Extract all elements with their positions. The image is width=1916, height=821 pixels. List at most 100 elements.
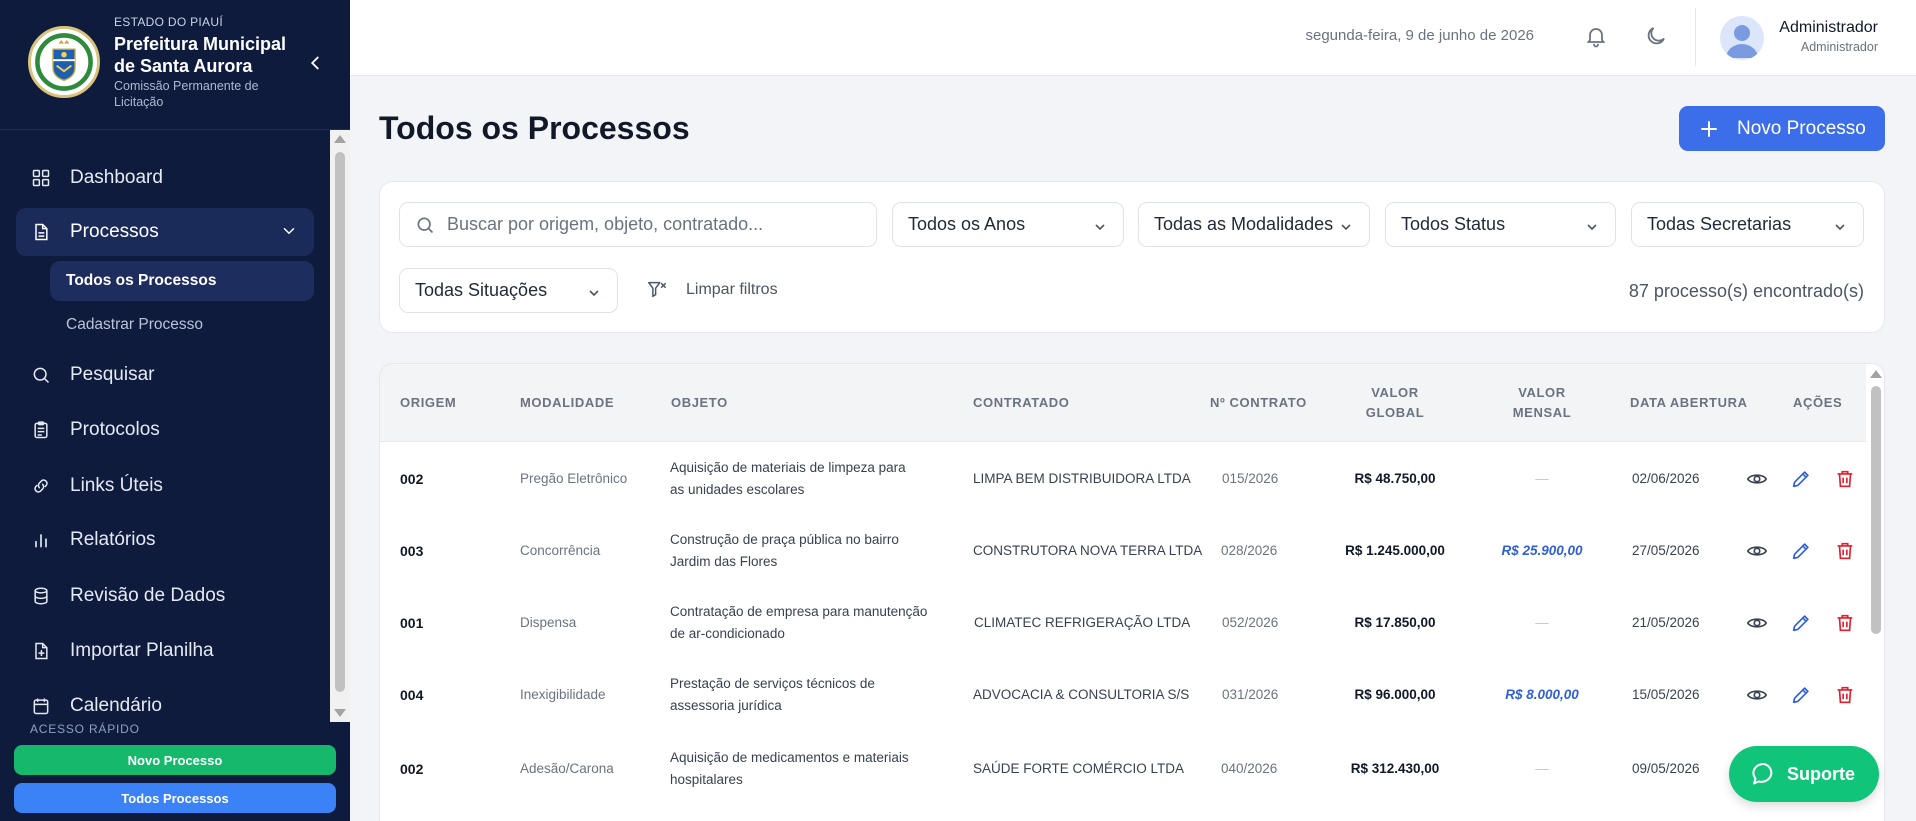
scroll-up-arrow[interactable] — [1870, 370, 1882, 378]
new-process-label: Novo Processo — [1737, 117, 1866, 139]
secretariat-select[interactable]: Todas Secretarias — [1631, 202, 1864, 247]
avatar[interactable] — [1720, 16, 1764, 60]
eye-icon[interactable] — [1746, 684, 1768, 706]
chevron-down-icon — [587, 284, 601, 298]
modality-select[interactable]: Todas as Modalidades — [1138, 202, 1370, 247]
chat-bubble-icon — [1751, 761, 1777, 787]
sidebar-item-importar-planilha[interactable]: Importar Planilha — [16, 627, 314, 675]
sidebar-item-revisao-dados[interactable]: Revisão de Dados — [16, 572, 314, 620]
sidebar-item-processos[interactable]: Processos — [16, 208, 314, 256]
trash-icon[interactable] — [1834, 684, 1856, 706]
eye-icon[interactable] — [1746, 468, 1768, 490]
cell-contrato: 052/2026 — [1222, 615, 1279, 630]
sidebar-item-dashboard[interactable]: Dashboard — [16, 154, 314, 202]
sidebar-item-relatorios[interactable]: Relatórios — [16, 516, 314, 564]
plus-icon — [1699, 119, 1719, 139]
status-select[interactable]: Todos Status — [1385, 202, 1616, 247]
sidebar-subitem-todos-processos[interactable]: Todos os Processos — [50, 261, 314, 301]
cell-origem: 002 — [400, 471, 424, 487]
cell-valor-mensal: — — [1535, 761, 1549, 776]
table-row[interactable]: 002 Pregão Eletrônico Aquisição de mater… — [380, 444, 1866, 516]
chevron-left-icon[interactable] — [304, 52, 326, 74]
table-row[interactable]: 002 Adesão/Carona Aquisição de medicamen… — [380, 732, 1866, 804]
cell-modalidade: Concorrência — [520, 543, 601, 558]
sidebar-item-label: Calendário — [70, 695, 162, 716]
cell-valor-mensal: R$ 25.900,00 — [1501, 543, 1583, 558]
scroll-thumb[interactable] — [1871, 386, 1881, 634]
column-header-contratado[interactable]: CONTRATADO — [973, 393, 1070, 413]
table-row[interactable]: 001 Dispensa Contratação de empresa para… — [380, 588, 1866, 660]
column-header-line: VALOR — [1371, 385, 1419, 400]
sidebar-subitem-cadastrar-processo[interactable]: Cadastrar Processo — [50, 305, 314, 345]
cell-objeto-line: Aquisição de materiais de limpeza para — [670, 460, 906, 475]
cell-valor-mensal: R$ 8.000,00 — [1505, 687, 1579, 702]
sidebar-item-label: Pesquisar — [70, 364, 155, 385]
quick-all-processes-button[interactable]: Todos Processos — [14, 783, 336, 813]
status-select-value: Todos Status — [1401, 214, 1506, 234]
cell-objeto: Prestação de serviços técnicos de assesso… — [670, 673, 875, 717]
trash-icon[interactable] — [1834, 468, 1856, 490]
sidebar-item-protocolos[interactable]: Protocolos — [16, 406, 314, 454]
sidebar-item-label: Dashboard — [70, 167, 163, 188]
column-header-modalidade[interactable]: MODALIDADE — [520, 393, 614, 413]
column-header-origem[interactable]: ORIGEM — [400, 393, 456, 413]
clear-filters-label: Limpar filtros — [686, 281, 778, 298]
search-input[interactable]: Buscar por origem, objeto, contratado... — [399, 202, 877, 247]
column-header-acoes: AÇÕES — [1793, 395, 1843, 410]
moon-icon[interactable] — [1644, 24, 1668, 48]
column-header-objeto[interactable]: OBJETO — [671, 393, 728, 413]
cell-contratado: LIMPA BEM DISTRIBUIDORA LTDA — [973, 471, 1191, 486]
cell-modalidade: Inexigibilidade — [520, 687, 606, 702]
sidebar-scrollbar[interactable] — [330, 130, 350, 722]
user-role: Administrador — [1800, 40, 1878, 54]
cell-contrato: 028/2026 — [1221, 543, 1278, 558]
current-date: segunda-feira, 9 de junho de 2026 — [1305, 27, 1534, 44]
brand-city: Prefeitura Municipal de Santa Aurora — [114, 34, 287, 76]
clear-filters-button[interactable]: Limpar filtros — [646, 277, 778, 303]
scroll-up-arrow[interactable] — [334, 135, 346, 143]
column-header-valor-mensal[interactable]: VALOR MENSAL — [1497, 383, 1587, 423]
sidebar-item-calendario[interactable]: Calendário — [16, 682, 314, 722]
table-row[interactable]: 004 Inexigibilidade Prestação de serviço… — [380, 660, 1866, 732]
pencil-icon[interactable] — [1790, 468, 1812, 490]
cell-valor-global: R$ 312.430,00 — [1350, 761, 1440, 776]
cell-objeto: Contratação de empresa para manutenção de… — [670, 601, 927, 645]
pencil-icon[interactable] — [1790, 540, 1812, 562]
cell-modalidade: Dispensa — [520, 615, 577, 630]
column-header-valor-global[interactable]: VALOR GLOBAL — [1350, 383, 1440, 423]
bar-chart-icon — [30, 529, 52, 551]
eye-icon[interactable] — [1746, 612, 1768, 634]
cell-objeto: Aquisição de medicamentos e materiais hos… — [670, 747, 909, 791]
quick-access-label: ACESSO RÁPIDO — [30, 722, 140, 736]
sidebar-item-label: Protocolos — [70, 419, 160, 440]
quick-new-process-button[interactable]: Novo Processo — [14, 745, 336, 775]
column-header-n-contrato[interactable]: Nº CONTRATO — [1210, 393, 1307, 413]
column-header-data-abertura[interactable]: DATA ABERTURA — [1630, 393, 1748, 413]
eye-icon[interactable] — [1746, 540, 1768, 562]
cell-data-abertura: 09/05/2026 — [1632, 761, 1700, 776]
sidebar-subitem-label: Cadastrar Processo — [66, 316, 203, 333]
cell-objeto-line: de ar-condicionado — [670, 626, 785, 641]
support-button[interactable]: Suporte — [1729, 746, 1879, 802]
user-name[interactable]: Administrador — [1779, 19, 1878, 37]
situation-select[interactable]: Todas Situações — [399, 268, 618, 313]
table-row[interactable]: 003 Concorrência Construção de praça púb… — [380, 516, 1866, 588]
year-select[interactable]: Todos os Anos — [892, 202, 1124, 247]
scroll-down-arrow[interactable] — [334, 709, 346, 717]
cell-objeto-line: hospitalares — [670, 772, 743, 787]
pencil-icon[interactable] — [1790, 612, 1812, 634]
pencil-icon[interactable] — [1790, 684, 1812, 706]
cell-valor-mensal: — — [1535, 471, 1549, 486]
cell-data-abertura: 02/06/2026 — [1632, 471, 1700, 486]
sidebar-item-pesquisar[interactable]: Pesquisar — [16, 351, 314, 399]
bell-icon[interactable] — [1584, 24, 1608, 48]
sidebar-item-label: Relatórios — [70, 529, 156, 550]
scroll-thumb[interactable] — [335, 152, 345, 692]
new-process-button[interactable]: Novo Processo — [1679, 106, 1885, 151]
cell-contratado: CONSTRUTORA NOVA TERRA LTDA — [973, 543, 1203, 558]
trash-icon[interactable] — [1834, 540, 1856, 562]
document-icon — [30, 221, 52, 243]
trash-icon[interactable] — [1834, 612, 1856, 634]
cell-contratado: ADVOCACIA & CONSULTORIA S/S — [973, 687, 1190, 702]
sidebar-item-links-uteis[interactable]: Links Úteis — [16, 462, 314, 510]
